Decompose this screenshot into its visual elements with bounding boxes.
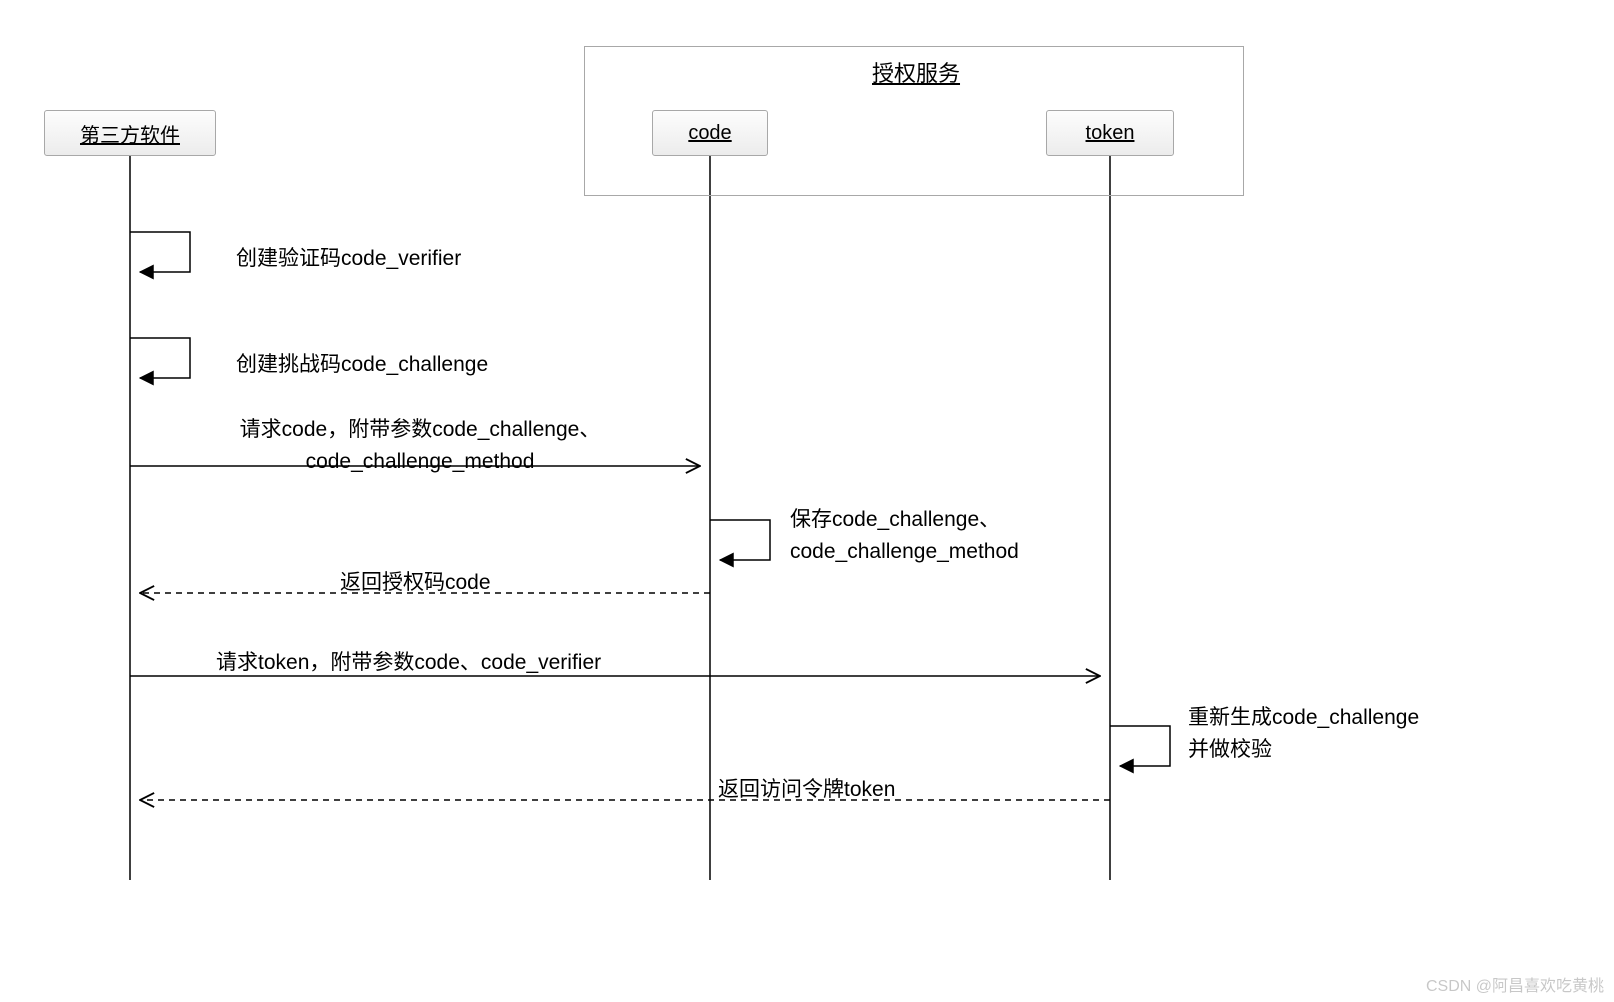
msg-save-challenge-line1: 保存code_challenge、 bbox=[790, 508, 1000, 531]
msg-regen-challenge: 重新生成code_challenge 并做校验 bbox=[1188, 702, 1488, 765]
participant-client: 第三方软件 bbox=[44, 110, 216, 156]
msg-return-code: 返回授权码code bbox=[340, 566, 491, 596]
msg-request-token: 请求token，附带参数code、code_verifier bbox=[216, 646, 601, 676]
sequence-diagram: 授权服务 第三方软件 code token 创建验证码code_verifier… bbox=[0, 0, 1614, 1002]
msg-return-token: 返回访问令牌token bbox=[718, 773, 895, 803]
msg-save-challenge: 保存code_challenge、 code_challenge_method bbox=[790, 504, 1090, 567]
msg-request-code: 请求code，附带参数code_challenge、 code_challeng… bbox=[160, 414, 680, 477]
msg-regen-challenge-line1: 重新生成code_challenge bbox=[1188, 706, 1419, 729]
msg-save-challenge-line2: code_challenge_method bbox=[790, 540, 1019, 563]
watermark: CSDN @阿昌喜欢吃黄桃 bbox=[1426, 972, 1604, 996]
msg-create-verifier: 创建验证码code_verifier bbox=[236, 242, 461, 272]
participant-code-label: code bbox=[688, 122, 731, 145]
msg-request-code-line2: code_challenge_method bbox=[306, 450, 535, 473]
participant-client-label: 第三方软件 bbox=[80, 119, 180, 148]
msg-create-challenge: 创建挑战码code_challenge bbox=[236, 348, 488, 378]
participant-token-label: token bbox=[1086, 122, 1135, 145]
msg-request-code-line1: 请求code，附带参数code_challenge、 bbox=[240, 418, 601, 441]
msg-regen-challenge-line2: 并做校验 bbox=[1188, 738, 1272, 761]
participant-token: token bbox=[1046, 110, 1174, 156]
participant-code: code bbox=[652, 110, 768, 156]
group-title: 授权服务 bbox=[872, 56, 960, 88]
